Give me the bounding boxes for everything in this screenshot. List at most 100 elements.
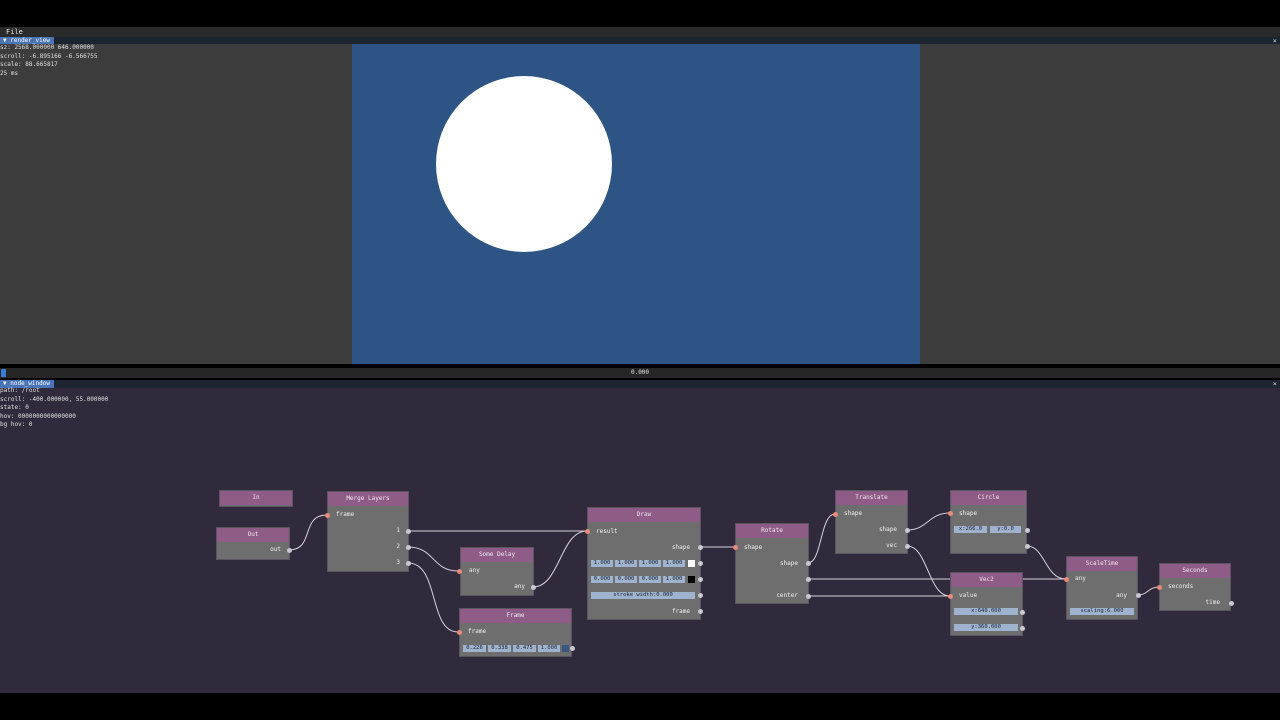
- node-frame[interactable]: Frame frame 0.226 0.338 0.475 1.000: [459, 608, 572, 657]
- node-out-output-out: out: [270, 546, 281, 553]
- merge-input-frame: frame: [336, 511, 355, 518]
- vec2-input-value: value: [959, 592, 978, 599]
- draw-stroke-swatch[interactable]: [688, 576, 695, 583]
- node-out[interactable]: Out out: [216, 527, 290, 560]
- translate-shape-output-pin[interactable]: [904, 527, 910, 533]
- vec2-field-x[interactable]: x:640.000: [954, 608, 1018, 615]
- node-some-delay-title: Some Delay: [461, 548, 533, 562]
- translate-output-vec: vec: [886, 542, 897, 549]
- draw-fill-g[interactable]: 1.000: [615, 560, 637, 567]
- merge-output-1-pin[interactable]: [405, 528, 411, 534]
- draw-stroke-g[interactable]: 0.000: [615, 576, 637, 583]
- frame-color-swatch[interactable]: [562, 645, 569, 652]
- node-in[interactable]: In: [219, 490, 293, 507]
- circle-shape-input-pin[interactable]: [947, 510, 953, 516]
- node-scale-time[interactable]: ScaleTime any any scaling:6.000: [1066, 556, 1138, 620]
- node-rotate-title: Rotate: [736, 524, 808, 538]
- rotate-center-output-pin[interactable]: [805, 593, 811, 599]
- node-circle[interactable]: Circle shape x:266.0 y:0.0: [950, 490, 1027, 554]
- translate-shape-input-pin[interactable]: [832, 511, 838, 517]
- wire-circle-scaletime: [1026, 545, 1067, 580]
- vec2-field-y[interactable]: y:360.000: [954, 624, 1018, 631]
- wire-vec-vec2: [906, 545, 951, 597]
- draw-fill-swatch[interactable]: [688, 560, 695, 567]
- draw-stroke-r[interactable]: 0.000: [591, 576, 613, 583]
- wire-delay-draw: [532, 530, 588, 588]
- node-in-title: In: [220, 491, 292, 505]
- circle-field-y[interactable]: y:0.0: [990, 526, 1021, 533]
- vec2-x-output-pin[interactable]: [1019, 609, 1025, 615]
- seconds-input-pin[interactable]: [1156, 584, 1162, 590]
- node-circle-title: Circle: [951, 491, 1026, 505]
- draw-fill-pin[interactable]: [697, 560, 703, 566]
- node-translate[interactable]: Translate shape shape vec: [835, 490, 908, 554]
- draw-fill-r[interactable]: 1.000: [591, 560, 613, 567]
- translate-vec-output-pin[interactable]: [904, 543, 910, 549]
- node-frame-title: Frame: [460, 609, 571, 623]
- node-some-delay[interactable]: Some Delay any any: [460, 547, 534, 596]
- scale-time-any-input-pin[interactable]: [1063, 576, 1069, 582]
- frame-field-g[interactable]: 0.338: [488, 645, 511, 652]
- merge-output-2-pin[interactable]: [405, 544, 411, 550]
- draw-stroke-width-pin[interactable]: [697, 592, 703, 598]
- node-draw-title: Draw: [588, 508, 700, 522]
- vec2-y-output-pin[interactable]: [1019, 625, 1025, 631]
- scale-time-scaling-field[interactable]: scaling:6.000: [1070, 608, 1134, 615]
- draw-frame-output-pin[interactable]: [697, 608, 703, 614]
- node-draw[interactable]: Draw result shape 1.000 1.000 1.000 1.00…: [587, 507, 701, 620]
- translate-output-shape: shape: [878, 526, 897, 533]
- seconds-input-seconds: seconds: [1168, 583, 1194, 590]
- frame-field-b[interactable]: 0.475: [513, 645, 536, 652]
- rotate-angle-pin[interactable]: [805, 576, 811, 582]
- rotate-shape-input-pin[interactable]: [732, 544, 738, 550]
- vec2-value-input-pin[interactable]: [947, 593, 953, 599]
- delay-any-output-pin[interactable]: [530, 584, 536, 590]
- frame-output-pin[interactable]: [569, 645, 575, 651]
- draw-stroke-b[interactable]: 0.000: [639, 576, 661, 583]
- draw-output-shape: shape: [671, 544, 690, 551]
- node-merge-layers-title: Merge Layers: [328, 492, 408, 506]
- merge-output-1: 1: [396, 527, 400, 534]
- circle-field-x[interactable]: x:266.0: [954, 526, 987, 533]
- translate-input-shape: shape: [844, 510, 863, 517]
- out-output-pin[interactable]: [286, 547, 292, 553]
- node-merge-layers[interactable]: Merge Layers frame 1 2 3: [327, 491, 409, 572]
- node-vec2[interactable]: Vec2 value x:640.000 y:360.000: [950, 572, 1023, 636]
- delay-input-any: any: [469, 567, 480, 574]
- wire-merge3-frame: [407, 562, 459, 633]
- scale-time-output-any: any: [1116, 592, 1127, 599]
- delay-any-input-pin[interactable]: [456, 568, 462, 574]
- node-vec2-title: Vec2: [951, 573, 1022, 587]
- scale-time-input-any: any: [1075, 575, 1086, 582]
- draw-shape-output-pin[interactable]: [697, 544, 703, 550]
- seconds-output-time: time: [1205, 599, 1220, 606]
- scale-time-any-output-pin[interactable]: [1135, 592, 1141, 598]
- merge-output-3-pin[interactable]: [405, 560, 411, 566]
- draw-stroke-width-field[interactable]: stroke width:0.000: [591, 592, 695, 599]
- rotate-input-shape: shape: [744, 544, 763, 551]
- node-translate-title: Translate: [836, 491, 907, 505]
- seconds-time-output-pin[interactable]: [1228, 600, 1234, 606]
- frame-field-r[interactable]: 0.226: [463, 645, 486, 652]
- merge-frame-input-pin[interactable]: [324, 512, 330, 518]
- draw-stroke-pin[interactable]: [697, 576, 703, 582]
- draw-fill-b[interactable]: 1.000: [639, 560, 661, 567]
- delay-output-any: any: [514, 583, 525, 590]
- draw-stroke-a[interactable]: 1.000: [663, 576, 685, 583]
- frame-input-frame: frame: [468, 628, 487, 635]
- merge-output-2: 2: [396, 543, 400, 550]
- circle-field-output-pin[interactable]: [1024, 527, 1030, 533]
- node-rotate[interactable]: Rotate shape shape center: [735, 523, 809, 604]
- node-out-title: Out: [217, 528, 289, 542]
- node-seconds[interactable]: Seconds seconds time: [1159, 563, 1231, 611]
- frame-input-pin[interactable]: [456, 629, 462, 635]
- rotate-output-center: center: [776, 592, 798, 599]
- draw-fill-a[interactable]: 1.000: [663, 560, 685, 567]
- rotate-output-shape: shape: [779, 560, 798, 567]
- draw-output-frame: frame: [671, 608, 690, 615]
- rotate-shape-output-pin[interactable]: [805, 560, 811, 566]
- circle-output-pin[interactable]: [1024, 543, 1030, 549]
- draw-result-input-pin[interactable]: [584, 528, 590, 534]
- frame-field-a[interactable]: 1.000: [538, 645, 560, 652]
- wire-scaletime-seconds: [1137, 586, 1160, 596]
